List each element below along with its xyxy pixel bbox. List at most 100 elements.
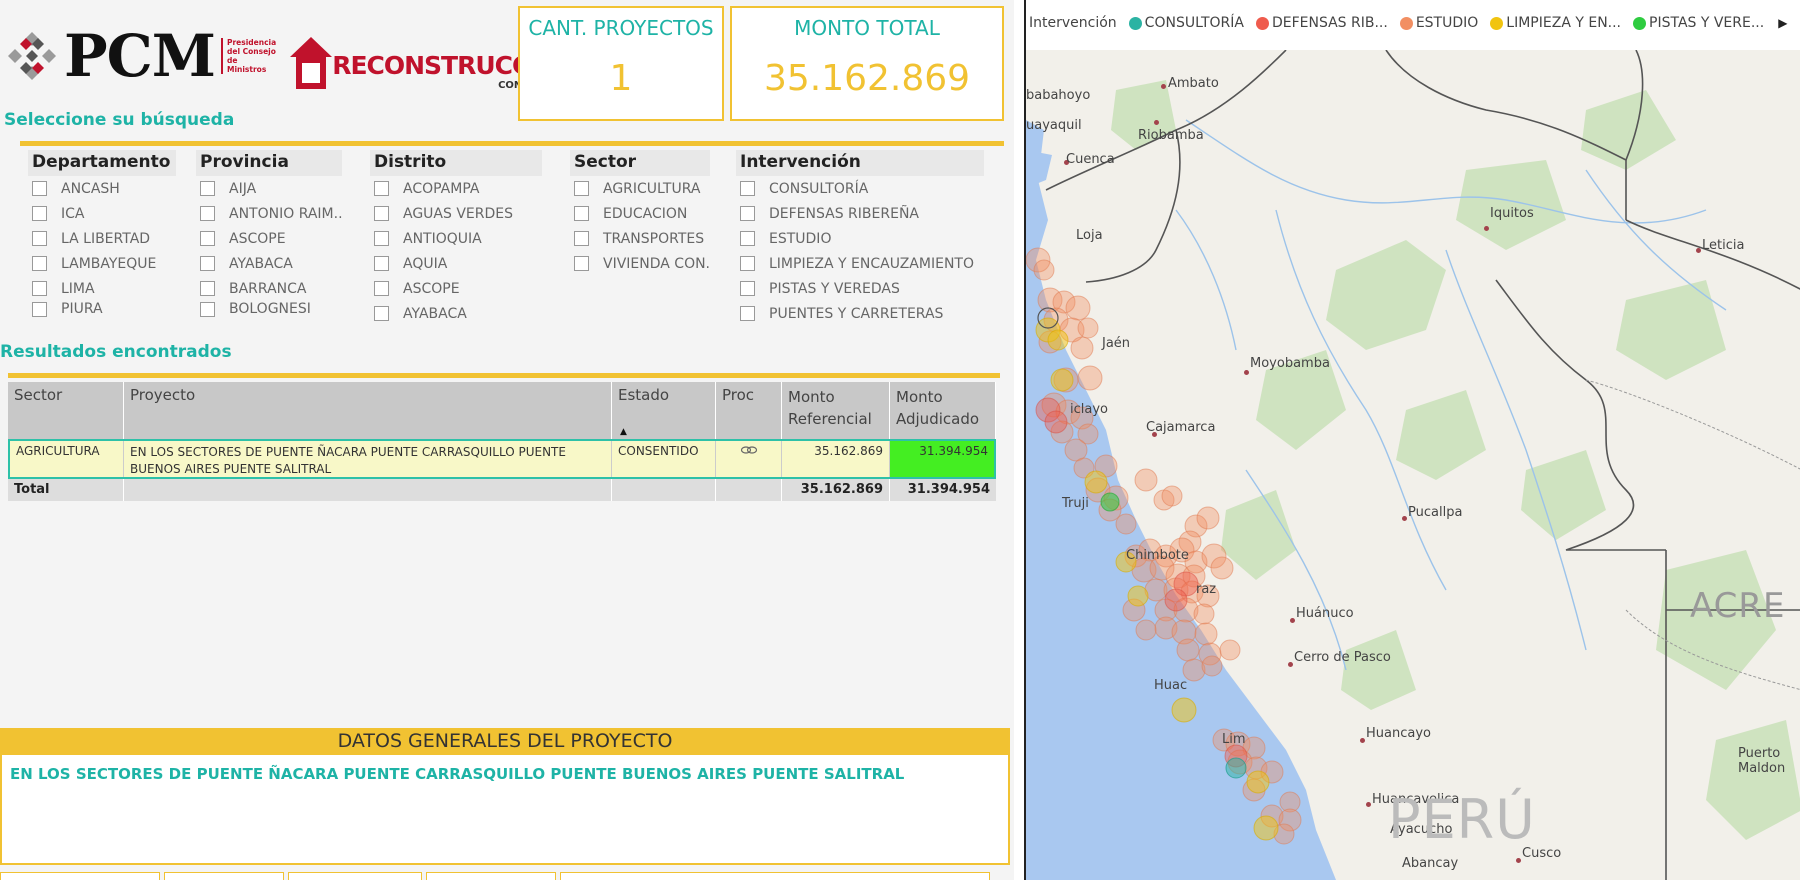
filter-option[interactable]: TRANSPORTES ... <box>570 226 710 251</box>
checkbox[interactable] <box>200 206 215 221</box>
checkbox[interactable] <box>574 181 589 196</box>
filter-option[interactable]: AGRICULTURA <box>570 176 710 201</box>
map-canvas[interactable]: Ambato babahoyo Riobamba uayaquil Cuenca… <box>1026 49 1800 880</box>
filter-option[interactable]: LIMPIEZA Y ENCAUZAMIENTO <box>736 251 984 276</box>
checkbox[interactable] <box>374 281 389 296</box>
filter-option[interactable]: ANTIOQUIA <box>370 226 542 251</box>
link-icon[interactable] <box>740 444 758 458</box>
checkbox[interactable] <box>574 256 589 271</box>
col-monto-ref-header[interactable]: Monto Referencial <box>782 382 890 439</box>
option-label: BARRANCA <box>229 280 307 297</box>
checkbox[interactable] <box>740 306 755 321</box>
filter-option[interactable]: CONSULTORÍA <box>736 176 984 201</box>
checkbox[interactable] <box>200 181 215 196</box>
filter-option[interactable]: LIMA <box>28 276 176 301</box>
filter-option[interactable]: ANTONIO RAIM... <box>196 201 342 226</box>
table-row[interactable]: AGRICULTURA EN LOS SECTORES DE PUENTE ÑA… <box>8 439 996 479</box>
bottom-tab[interactable] <box>288 872 422 880</box>
filter-option[interactable]: PIURA <box>28 301 176 317</box>
checkbox[interactable] <box>32 206 47 221</box>
filter-option[interactable]: PISTAS Y VEREDAS <box>736 276 984 301</box>
legend-next-arrow-icon[interactable]: ▶ <box>1778 16 1787 30</box>
city-label: Huac <box>1154 678 1188 693</box>
checkbox[interactable] <box>374 181 389 196</box>
option-label: AGRICULTURA <box>603 180 701 197</box>
legend-item-consultoria[interactable]: CONSULTORÍA <box>1128 15 1244 31</box>
filter-option[interactable]: ANCASH <box>28 176 176 201</box>
filter-header: Departamento <box>28 150 176 176</box>
kpi-cant-proyectos: CANT. PROYECTOS 1 <box>518 6 724 121</box>
map-legend: Intervención CONSULTORÍA DEFENSAS RIB...… <box>1026 0 1800 46</box>
legend-item-pistas[interactable]: PISTAS Y VERE... <box>1633 15 1764 31</box>
filter-option[interactable]: ASCOPE <box>196 226 342 251</box>
filter-option[interactable]: PUENTES Y CARRETERAS <box>736 301 984 326</box>
checkbox[interactable] <box>32 256 47 271</box>
bottom-tab[interactable] <box>164 872 284 880</box>
filter-option[interactable]: ICA <box>28 201 176 226</box>
bottom-tab[interactable] <box>0 872 160 880</box>
checkbox[interactable] <box>374 231 389 246</box>
checkbox[interactable] <box>740 206 755 221</box>
checkbox[interactable] <box>200 256 215 271</box>
city-label: raz <box>1196 582 1217 597</box>
checkbox[interactable] <box>374 306 389 321</box>
logo-area: PCM Presidencia del Consejo de Ministros… <box>6 18 579 94</box>
col-proc-header[interactable]: Proc <box>716 382 782 439</box>
legend-label: LIMPIEZA Y EN... <box>1506 15 1622 31</box>
bottom-tab[interactable] <box>426 872 556 880</box>
filter-option[interactable]: AIJA <box>196 176 342 201</box>
city-label: Riobamba <box>1138 128 1204 143</box>
legend-item-defensas[interactable]: DEFENSAS RIB... <box>1255 15 1388 31</box>
checkbox[interactable] <box>740 256 755 271</box>
checkbox[interactable] <box>32 181 47 196</box>
legend-label: DEFENSAS RIB... <box>1271 15 1388 31</box>
checkbox[interactable] <box>574 206 589 221</box>
checkbox[interactable] <box>374 206 389 221</box>
checkbox[interactable] <box>32 231 47 246</box>
filter-option[interactable]: LA LIBERTAD <box>28 226 176 251</box>
legend-item-estudio[interactable]: ESTUDIO <box>1399 15 1478 31</box>
checkbox[interactable] <box>374 256 389 271</box>
filter-option[interactable]: ASCOPE <box>370 276 542 301</box>
filter-option[interactable]: ESTUDIO <box>736 226 984 251</box>
filter-option[interactable]: BARRANCA <box>196 276 342 301</box>
col-proyecto-header[interactable]: Proyecto <box>124 382 612 439</box>
filter-option[interactable]: LAMBAYEQUE <box>28 251 176 276</box>
total-label: Total <box>8 479 124 501</box>
col-sector-header[interactable]: Sector <box>8 382 124 439</box>
filter-header: Sector <box>570 150 710 176</box>
filter-option[interactable]: AYABACA <box>196 251 342 276</box>
checkbox[interactable] <box>740 181 755 196</box>
legend-item-limpieza[interactable]: LIMPIEZA Y EN... <box>1490 15 1621 31</box>
checkbox[interactable] <box>32 301 47 317</box>
city-label: Leticia <box>1702 238 1745 253</box>
filter-option[interactable]: VIVIENDA CON... <box>570 251 710 276</box>
filter-option[interactable]: BOLOGNESI <box>196 301 342 317</box>
filter-option[interactable]: ACOPAMPA <box>370 176 542 201</box>
option-label: ANCASH <box>61 180 120 197</box>
checkbox[interactable] <box>200 281 215 296</box>
checkbox[interactable] <box>740 231 755 246</box>
bottom-tab-bar <box>0 872 1014 880</box>
map-panel: Intervención CONSULTORÍA DEFENSAS RIB...… <box>1024 0 1800 880</box>
city-label: Cajamarca <box>1146 420 1216 435</box>
filter-option[interactable]: AQUIA <box>370 251 542 276</box>
filter-option[interactable]: AGUAS VERDES <box>370 201 542 226</box>
filter-distrito: Distrito ACOPAMPA AGUAS VERDES ANTIOQUIA… <box>370 150 542 326</box>
bottom-tab[interactable] <box>560 872 990 880</box>
checkbox[interactable] <box>740 281 755 296</box>
filter-option[interactable]: EDUCACION <box>570 201 710 226</box>
checkbox[interactable] <box>200 301 215 317</box>
col-monto-adj-header[interactable]: Monto Adjudicado <box>890 382 996 439</box>
checkbox[interactable] <box>574 231 589 246</box>
option-label: ASCOPE <box>403 280 460 297</box>
city-marker <box>1402 516 1407 521</box>
checkbox[interactable] <box>32 281 47 296</box>
filter-option[interactable]: DEFENSAS RIBEREÑA <box>736 201 984 226</box>
checkbox[interactable] <box>200 231 215 246</box>
cell-proc <box>716 441 782 477</box>
search-divider <box>20 141 1004 146</box>
col-estado-header[interactable]: Estado ▲ <box>612 382 716 439</box>
filter-option[interactable]: AYABACA <box>370 301 542 326</box>
option-label: AGUAS VERDES <box>403 205 514 222</box>
